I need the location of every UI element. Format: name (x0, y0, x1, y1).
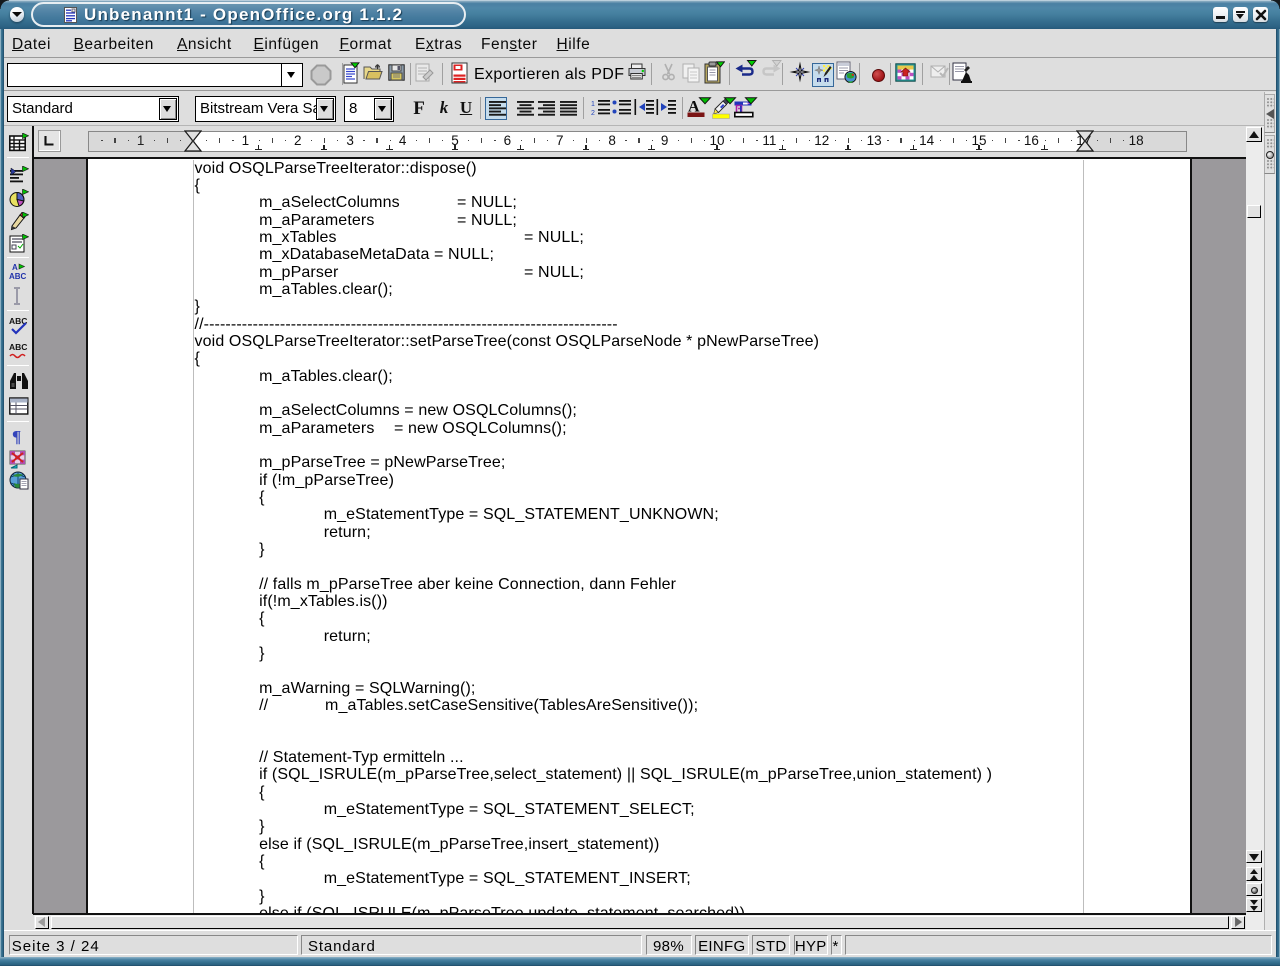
svg-text:¶: ¶ (12, 427, 21, 446)
svg-text:2: 2 (591, 110, 595, 117)
svg-text:1: 1 (591, 101, 595, 108)
svg-text:ABC: ABC (9, 342, 27, 352)
svg-text:ABC: ABC (9, 272, 27, 281)
svg-text:A: A (12, 263, 18, 272)
